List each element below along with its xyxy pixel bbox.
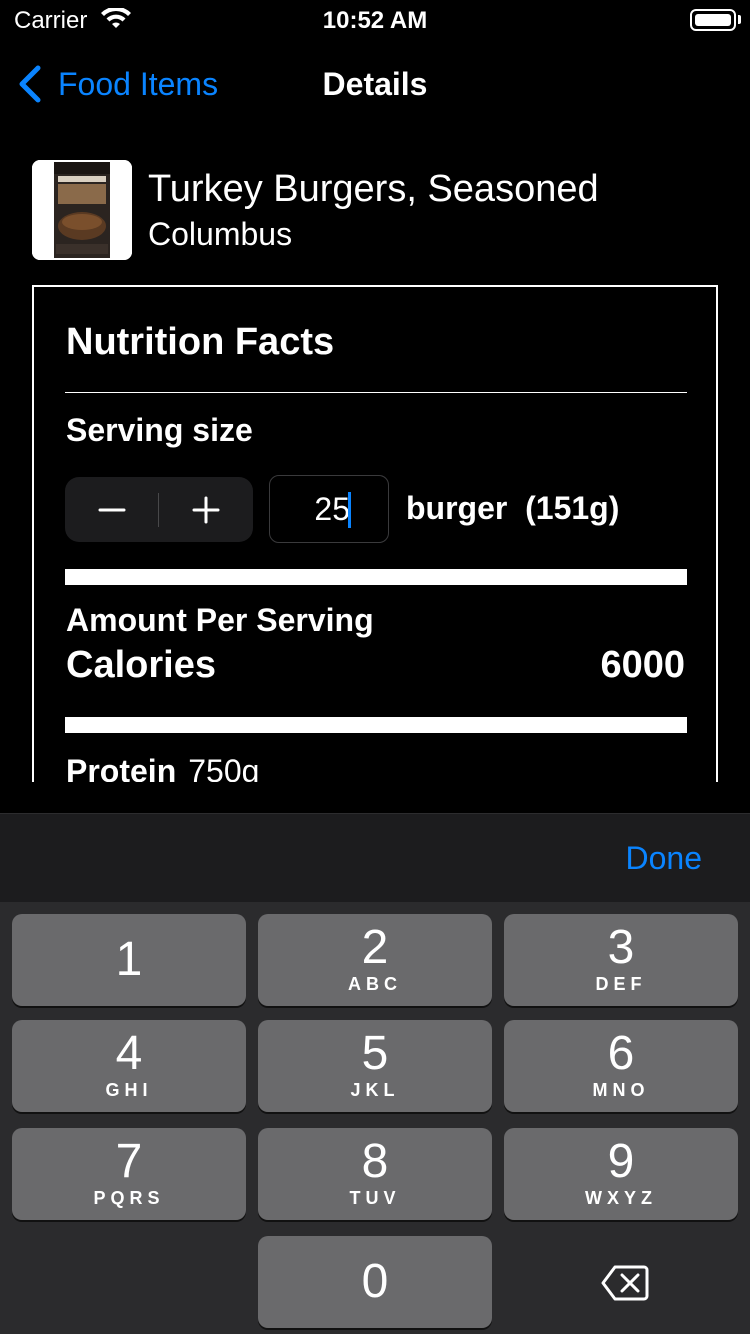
key-digit: 8 [361,1135,389,1188]
brand-name: Columbus [148,216,293,252]
key-7[interactable]: 7 PQRS [12,1128,246,1220]
status-bar: Carrier 10:52 AM [0,0,750,40]
page-title: Details [322,66,428,102]
increment-button[interactable] [159,477,253,542]
amount-per-serving-label: Amount Per Serving [66,602,374,638]
key-letters: JKL [350,1080,400,1100]
minus-icon [98,508,126,512]
quantity-value: 25 [314,491,350,527]
protein-row: Protein 750g [66,753,259,782]
nutrition-title: Nutrition Facts [66,321,335,363]
key-letters: MNO [592,1080,650,1100]
serving-unit-label: burger (151g) [406,490,620,526]
key-digit: 6 [607,1027,635,1080]
key-letters: ABC [348,974,402,994]
protein-value: 750g [188,753,260,782]
number-pad: 1 2 ABC 3 DEF 4 GHI 5 JKL 6 MNO 7 PQRS 8… [0,902,750,1334]
key-0[interactable]: 0 [258,1236,492,1328]
battery-icon [690,9,736,31]
key-1[interactable]: 1 [12,914,246,1006]
key-4[interactable]: 4 GHI [12,1020,246,1112]
key-letters: WXYZ [585,1188,657,1208]
serving-size-label: Serving size [66,412,253,448]
protein-label: Protein [66,753,177,782]
quantity-stepper[interactable] [65,477,253,542]
divider [65,392,687,393]
product-image [32,160,132,260]
key-digit: 5 [361,1027,389,1080]
key-digit: 4 [115,1027,143,1080]
key-digit: 7 [115,1135,143,1188]
clock: 10:52 AM [322,7,428,34]
key-letters: TUV [349,1188,401,1208]
key-6[interactable]: 6 MNO [504,1020,738,1112]
backspace-icon [601,1265,649,1301]
battery-nub [738,15,741,24]
food-name: Turkey Burgers, Seasoned [148,168,599,210]
calories-value: 6000 [600,644,685,686]
thick-divider [65,569,687,585]
calories-label: Calories [66,644,216,686]
key-9[interactable]: 9 WXYZ [504,1128,738,1220]
quantity-field[interactable]: 25 [269,475,389,543]
keyboard-toolbar: Done [0,813,750,903]
plus-icon [192,496,220,524]
done-button[interactable]: Done [626,840,703,877]
key-2[interactable]: 2 ABC [258,914,492,1006]
key-digit: 1 [115,933,143,986]
nutrition-facts-panel: Nutrition Facts Serving size 25 burger (… [32,285,718,782]
key-digit: 9 [607,1135,635,1188]
key-8[interactable]: 8 TUV [258,1128,492,1220]
text-caret [348,492,351,528]
key-digit: 0 [361,1255,389,1308]
key-letters: DEF [595,974,647,994]
key-digit: 2 [361,921,389,974]
thick-divider [65,717,687,733]
key-5[interactable]: 5 JKL [258,1020,492,1112]
backspace-key[interactable] [504,1236,738,1328]
key-letters: GHI [105,1080,153,1100]
key-digit: 3 [607,921,635,974]
key-letters: PQRS [93,1188,165,1208]
key-3[interactable]: 3 DEF [504,914,738,1006]
product-package-icon [32,160,132,260]
navigation-bar: Food Items Details [0,48,750,120]
decrement-button[interactable] [65,477,159,542]
